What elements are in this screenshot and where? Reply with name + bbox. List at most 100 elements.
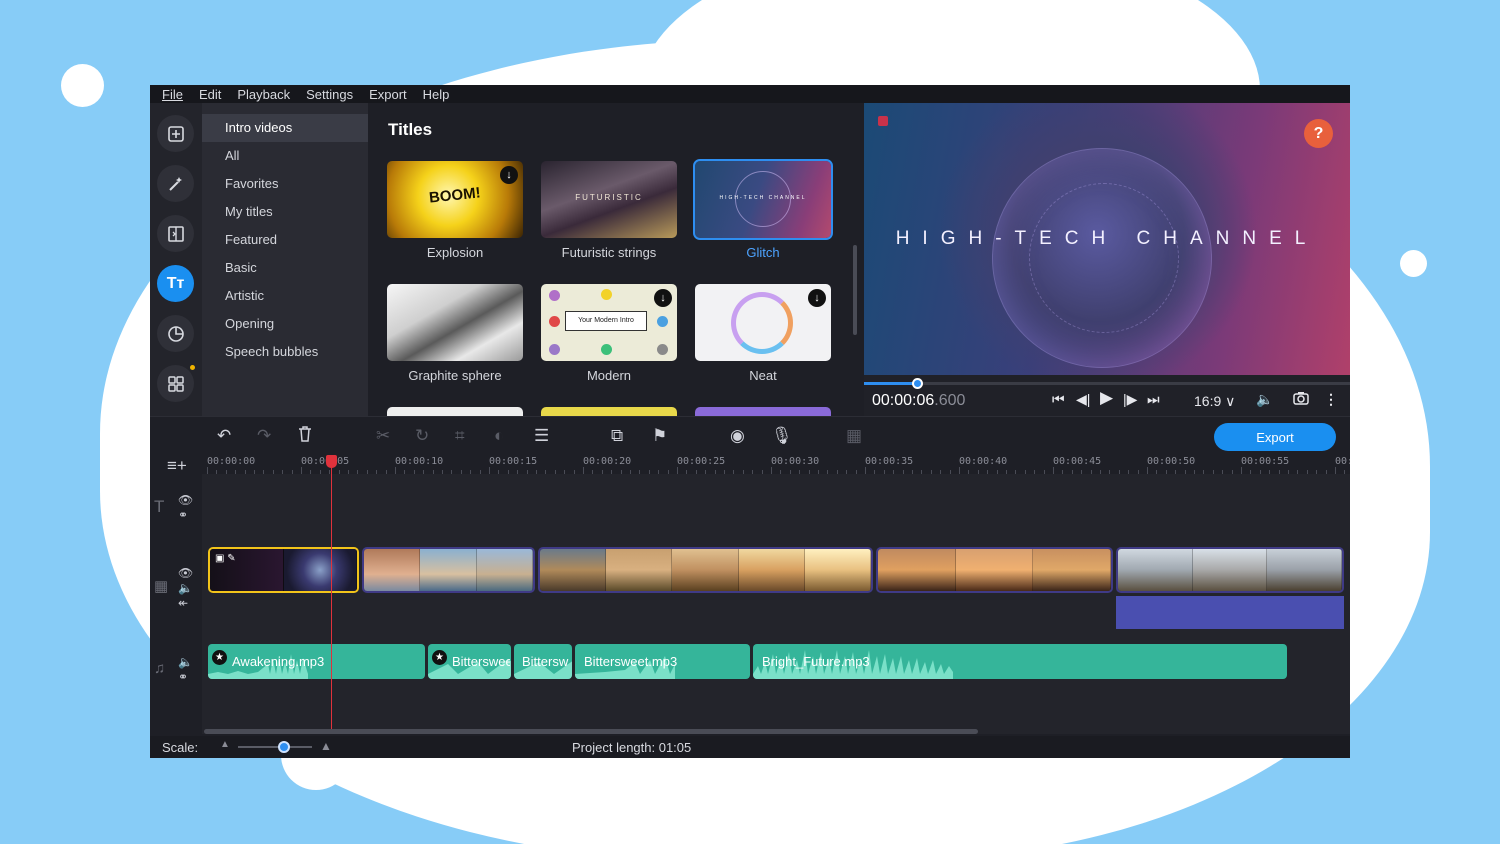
audio-clip[interactable]: ★ Bittersweet.mp3: [428, 644, 511, 679]
arrow-icon[interactable]: ↞: [178, 596, 188, 610]
download-icon[interactable]: ↓: [500, 166, 518, 184]
link-icon[interactable]: ⚭: [178, 508, 188, 522]
video-clip-intro[interactable]: ▣ ✎: [208, 547, 359, 593]
clip-edit-icon[interactable]: ▣ ✎: [215, 553, 236, 564]
color-adjust-icon[interactable]: ◐: [494, 426, 504, 446]
filters-button[interactable]: [157, 165, 194, 202]
category-basic[interactable]: Basic: [202, 254, 368, 282]
rotate-icon[interactable]: ↻: [415, 426, 429, 446]
category-intro-videos[interactable]: Intro videos: [202, 114, 368, 142]
category-opening[interactable]: Opening: [202, 310, 368, 338]
visibility-icon[interactable]: 👁: [178, 493, 193, 507]
clip-extension-block[interactable]: [1116, 596, 1344, 629]
zoom-out-icon[interactable]: ▲: [220, 739, 230, 750]
scale-slider-handle[interactable]: [278, 741, 290, 753]
export-button[interactable]: Export: [1214, 423, 1336, 451]
zoom-in-icon[interactable]: ▲: [320, 739, 332, 753]
transitions-button[interactable]: [157, 215, 194, 252]
frame: [420, 549, 477, 591]
title-tile-partial[interactable]: [541, 407, 677, 416]
seek-handle[interactable]: [912, 378, 924, 389]
panel-title: Titles: [388, 120, 433, 139]
menu-file[interactable]: File: [162, 87, 183, 102]
video-clip[interactable]: [538, 547, 873, 593]
visibility-icon[interactable]: 👁: [178, 566, 193, 580]
audio-clip[interactable]: ★ Awakening.mp3: [208, 644, 425, 679]
menu-edit[interactable]: Edit: [199, 87, 221, 102]
more-tools-button[interactable]: [157, 365, 194, 402]
category-speech-bubbles[interactable]: Speech bubbles: [202, 338, 368, 366]
seek-bar[interactable]: [864, 378, 1350, 389]
category-favorites[interactable]: Favorites: [202, 170, 368, 198]
player-controls: 00:00:06.600 ⏮ ◀| ▶ |▶ ⏭ 16:9 ∨ 🔈 ⋮: [864, 375, 1350, 416]
link-icon[interactable]: ⚭: [178, 670, 188, 684]
video-clip[interactable]: [1116, 547, 1344, 593]
thumb-text: BOOM!: [428, 184, 482, 207]
timeline-ruler[interactable]: 00:00:0000:00:0500:00:1000:00:1500:00:20…: [202, 454, 1350, 474]
overlay-icon[interactable]: ⧉: [611, 426, 623, 446]
title-tile-neat[interactable]: ↓ Neat: [695, 284, 831, 383]
title-tile-graphite-sphere[interactable]: Graphite sphere: [387, 284, 523, 383]
marker-flag-icon[interactable]: ⚑: [652, 426, 667, 446]
ruler-label: 00:00:55: [1241, 456, 1290, 467]
volume-icon[interactable]: 🔈: [1256, 391, 1273, 408]
favorite-star-icon[interactable]: ★: [212, 650, 227, 665]
next-frame-icon[interactable]: |▶: [1123, 391, 1137, 408]
category-my-titles[interactable]: My titles: [202, 198, 368, 226]
skip-start-icon[interactable]: ⏮: [1052, 391, 1065, 408]
crop-icon[interactable]: ⌗: [455, 426, 465, 446]
audio-clip[interactable]: Bright_Future.mp3: [753, 644, 1287, 679]
cut-icon[interactable]: ✂: [376, 426, 390, 446]
stickers-button[interactable]: [157, 315, 194, 352]
download-icon[interactable]: ↓: [654, 289, 672, 307]
audio-clip[interactable]: Bittersw: [514, 644, 572, 679]
download-icon[interactable]: ↓: [808, 289, 826, 307]
project-length: Project length: 01:05: [572, 740, 692, 755]
menu-playback[interactable]: Playback: [237, 87, 290, 102]
webcam-icon[interactable]: ◉: [730, 426, 745, 446]
favorite-star-icon[interactable]: ★: [432, 650, 447, 665]
delete-icon[interactable]: [298, 426, 312, 447]
video-clip[interactable]: [362, 547, 535, 593]
microphone-icon[interactable]: 🎙: [771, 426, 793, 446]
notification-dot: [190, 365, 195, 370]
category-artistic[interactable]: Artistic: [202, 282, 368, 310]
title-tile-partial[interactable]: [387, 407, 523, 416]
category-featured[interactable]: Featured: [202, 226, 368, 254]
transitions-icon: [167, 225, 184, 242]
titles-button[interactable]: Tт: [157, 265, 194, 302]
redo-icon[interactable]: ↷: [257, 426, 271, 446]
menu-help[interactable]: Help: [423, 87, 450, 102]
video-preview[interactable]: HIGH-TECH CHANNEL ?: [864, 103, 1350, 375]
snapshot-icon[interactable]: [1293, 391, 1309, 408]
ruler-label: 00:00:10: [395, 456, 444, 467]
panel-scrollbar[interactable]: [853, 245, 857, 335]
undo-icon[interactable]: ↶: [217, 426, 231, 446]
category-all[interactable]: All: [202, 142, 368, 170]
volume-icon[interactable]: 🔈: [178, 655, 193, 669]
menu-settings[interactable]: Settings: [306, 87, 353, 102]
menu-export[interactable]: Export: [369, 87, 407, 102]
skip-end-icon[interactable]: ⏭: [1147, 391, 1160, 408]
audio-clip[interactable]: Bittersweet.mp3: [575, 644, 750, 679]
title-tile-modern[interactable]: Your Modern Intro ↓ Modern: [541, 284, 677, 383]
volume-icon[interactable]: 🔈: [178, 581, 193, 595]
more-options-icon[interactable]: ⋮: [1324, 391, 1338, 408]
import-button[interactable]: [157, 115, 194, 152]
play-icon[interactable]: ▶: [1100, 388, 1113, 408]
title-tile-explosion[interactable]: BOOM! ↓ Explosion: [387, 161, 523, 260]
prev-frame-icon[interactable]: ◀|: [1076, 391, 1090, 408]
video-clip[interactable]: [876, 547, 1113, 593]
thumb-text: Your Modern Intro: [565, 311, 647, 331]
title-tile-partial[interactable]: [695, 407, 831, 416]
add-track-icon[interactable]: ≡+: [167, 456, 187, 476]
playhead-handle[interactable]: [326, 455, 337, 468]
help-button[interactable]: ?: [1304, 119, 1333, 148]
title-tile-glitch[interactable]: HIGH-TECH CHANNEL Glitch: [693, 159, 833, 260]
scale-slider[interactable]: [238, 746, 312, 748]
title-tile-futuristic-strings[interactable]: FUTURISTIC Futuristic strings: [541, 161, 677, 260]
timeline-scrollbar[interactable]: [204, 729, 978, 734]
grid-icon[interactable]: ▦: [846, 426, 862, 446]
clip-properties-icon[interactable]: ☰: [534, 426, 549, 446]
aspect-ratio-select[interactable]: 16:9 ∨: [1194, 393, 1235, 410]
